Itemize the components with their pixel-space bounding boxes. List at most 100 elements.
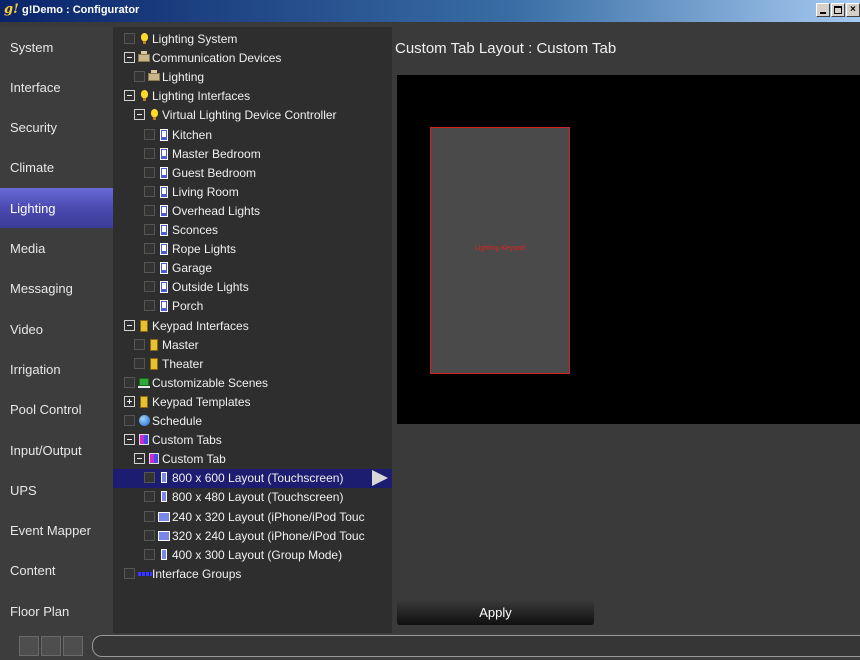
collapse-icon[interactable]: [124, 434, 135, 446]
sidebar-item-ups[interactable]: UPS: [0, 470, 113, 510]
tree-item[interactable]: 800 x 600 Layout (Touchscreen): [113, 469, 392, 489]
sidebar-item-label: Lighting: [10, 200, 56, 216]
sidebar-item-floor-plan[interactable]: Floor Plan: [0, 591, 113, 631]
globe-icon: [138, 414, 150, 428]
tree-item[interactable]: Master: [113, 336, 392, 355]
tree-item[interactable]: Custom Tab: [113, 450, 392, 469]
tree-item-label: 800 x 480 Layout (Touchscreen): [172, 490, 344, 505]
tree-item[interactable]: Master Bedroom: [113, 145, 392, 164]
tree-item[interactable]: 800 x 480 Layout (Touchscreen): [113, 488, 392, 507]
sidebar-item-input-output[interactable]: Input/Output: [0, 430, 113, 470]
tree-item-checkbox[interactable]: [134, 357, 145, 369]
tree-item-checkbox[interactable]: [124, 376, 135, 388]
sidebar-item-label: Event Mapper: [10, 523, 91, 539]
tree-item[interactable]: Outside Lights: [113, 278, 392, 297]
sidebar-item-security[interactable]: Security: [0, 108, 113, 148]
title-bar[interactable]: g! g!Demo : Configurator ×: [0, 0, 860, 22]
keypad-icon: [148, 357, 160, 371]
tree-item-checkbox[interactable]: [144, 166, 155, 178]
tree-item-checkbox[interactable]: [134, 71, 145, 83]
window-controls: ×: [815, 3, 860, 19]
tree-item[interactable]: Communication Devices: [113, 49, 392, 68]
maximize-button[interactable]: [831, 3, 845, 17]
sidebar-item-lighting[interactable]: Lighting: [0, 188, 113, 229]
tree-item-checkbox[interactable]: [144, 300, 155, 312]
tree-item-checkbox[interactable]: [144, 472, 155, 484]
main-panel: Custom Tab Layout : Custom Tab Lighting …: [392, 27, 860, 633]
tree-item[interactable]: Keypad Interfaces: [113, 317, 392, 336]
tree-item[interactable]: Virtual Lighting Device Controller: [113, 106, 392, 125]
tree-item[interactable]: Rope Lights: [113, 240, 392, 259]
tree-item-label: Overhead Lights: [172, 203, 261, 218]
tree-item[interactable]: Sconces: [113, 221, 392, 240]
tree-item-checkbox[interactable]: [144, 548, 155, 560]
sidebar-item-interface[interactable]: Interface: [0, 67, 113, 107]
collapse-icon[interactable]: [134, 109, 145, 121]
tree-item[interactable]: Kitchen: [113, 126, 392, 145]
play-arrow-icon[interactable]: [372, 470, 388, 487]
tree-item-label: Garage: [172, 261, 213, 276]
tree-item-checkbox[interactable]: [144, 204, 155, 216]
tree-item[interactable]: 240 x 320 Layout (iPhone/iPod Touc: [113, 508, 392, 527]
tree-item[interactable]: Overhead Lights: [113, 202, 392, 221]
tree-item-label: Schedule: [152, 414, 203, 428]
apply-button[interactable]: Apply: [397, 600, 594, 625]
tree-item[interactable]: Customizable Scenes: [113, 374, 392, 393]
tree-item[interactable]: Custom Tabs: [113, 431, 392, 450]
sidebar-item-irrigation[interactable]: Irrigation: [0, 349, 113, 389]
keypad-icon: [158, 128, 170, 142]
tree-item-checkbox[interactable]: [144, 147, 155, 159]
tree-item[interactable]: Theater: [113, 355, 392, 374]
tree-item[interactable]: Porch: [113, 297, 392, 316]
sidebar-item-media[interactable]: Media: [0, 229, 113, 269]
tree-item-checkbox[interactable]: [144, 262, 155, 274]
tree-item[interactable]: Lighting System: [113, 30, 392, 49]
sidebar-item-video[interactable]: Video: [0, 309, 113, 349]
sidebar-item-label: Pool Control: [10, 402, 82, 418]
tree-item-checkbox[interactable]: [124, 415, 135, 426]
tree-item[interactable]: Living Room: [113, 183, 392, 202]
tree-item-label: 800 x 600 Layout (Touchscreen): [172, 471, 344, 486]
sidebar-item-content[interactable]: Content: [0, 551, 113, 591]
tree-item[interactable]: Guest Bedroom: [113, 164, 392, 183]
tree-item-label: Lighting Interfaces: [152, 89, 251, 104]
tree-item-checkbox[interactable]: [144, 224, 155, 235]
layout-icon: [158, 529, 170, 543]
close-button[interactable]: ×: [846, 3, 860, 17]
sidebar-item-system[interactable]: System: [0, 27, 113, 67]
status-field: [92, 635, 860, 657]
tree-item-checkbox[interactable]: [144, 128, 155, 140]
sidebar-item-pool-control[interactable]: Pool Control: [0, 390, 113, 430]
tree-item[interactable]: Interface Groups: [113, 565, 392, 584]
tree-item-checkbox[interactable]: [144, 491, 155, 503]
collapse-icon[interactable]: [124, 52, 135, 64]
sidebar-item-climate[interactable]: Climate: [0, 148, 113, 188]
sidebar: System Interface Security Climate Lighting Me…: [0, 27, 113, 633]
layout-preview-canvas[interactable]: Lighting Keypad: [397, 75, 860, 424]
tree-item[interactable]: Garage: [113, 259, 392, 278]
tree-item[interactable]: Lighting Interfaces: [113, 87, 392, 106]
tree-item-label: Communication Devices: [152, 51, 282, 66]
tree-item-checkbox[interactable]: [144, 510, 155, 522]
minimize-button[interactable]: [816, 3, 830, 17]
tree-item[interactable]: Lighting: [113, 68, 392, 87]
sidebar-item-messaging[interactable]: Messaging: [0, 269, 113, 309]
tree-item-checkbox[interactable]: [144, 529, 155, 541]
tree-item-checkbox[interactable]: [124, 33, 135, 44]
tree-item-checkbox[interactable]: [134, 338, 145, 350]
tree-item[interactable]: Schedule: [113, 412, 392, 431]
lighting-keypad-widget[interactable]: Lighting Keypad: [430, 127, 570, 374]
tree-item-checkbox[interactable]: [144, 281, 155, 293]
tree-item-checkbox[interactable]: [124, 567, 135, 579]
sidebar-item-label: Irrigation: [10, 361, 61, 377]
tree-item-checkbox[interactable]: [144, 243, 155, 255]
collapse-icon[interactable]: [124, 319, 135, 331]
tree-item[interactable]: Keypad Templates: [113, 393, 392, 412]
tree-item[interactable]: 400 x 300 Layout (Group Mode): [113, 546, 392, 565]
tree-item-checkbox[interactable]: [144, 185, 155, 197]
collapse-icon[interactable]: [134, 453, 145, 465]
tree-item[interactable]: 320 x 240 Layout (iPhone/iPod Touc: [113, 527, 392, 546]
expand-icon[interactable]: [124, 395, 135, 407]
sidebar-item-event-mapper[interactable]: Event Mapper: [0, 511, 113, 551]
collapse-icon[interactable]: [124, 90, 135, 102]
